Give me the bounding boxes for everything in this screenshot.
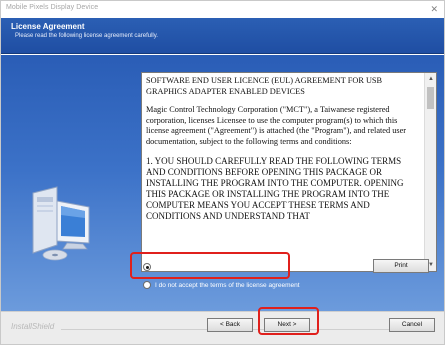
license-paragraph: 1. YOU SHOULD CAREFULLY READ THE FOLLOWI… xyxy=(146,155,404,221)
scroll-up-icon[interactable]: ▲ xyxy=(425,73,436,85)
license-text-box[interactable]: SOFTWARE END USER LICENCE (EUL) AGREEMEN… xyxy=(141,72,437,272)
license-heading: SOFTWARE END USER LICENCE (EUL) AGREEMEN… xyxy=(146,76,383,96)
back-button[interactable]: < Back xyxy=(207,318,253,332)
decline-label: I do not accept the terms of the license… xyxy=(155,281,300,289)
dialog-header: License Agreement Please read the follow… xyxy=(1,18,444,54)
decline-option[interactable]: I do not accept the terms of the license… xyxy=(143,278,300,292)
license-text: SOFTWARE END USER LICENCE (EUL) AGREEMEN… xyxy=(146,76,421,230)
accept-radio[interactable] xyxy=(143,263,151,271)
vertical-scrollbar[interactable]: ▲ ▼ xyxy=(424,73,436,271)
accept-label: I accept the terms of the license agreem… xyxy=(155,263,280,271)
cancel-button[interactable]: Cancel xyxy=(389,318,435,332)
title-bar: Mobile Pixels Display Device ✕ xyxy=(1,1,444,18)
print-button[interactable]: Print xyxy=(373,259,429,273)
accept-option[interactable]: I accept the terms of the license agreem… xyxy=(143,260,280,274)
next-button[interactable]: Next > xyxy=(264,318,310,332)
page-subtitle: Please read the following license agreem… xyxy=(15,33,158,39)
window-title: Mobile Pixels Display Device xyxy=(6,4,99,11)
decline-radio[interactable] xyxy=(143,281,151,289)
close-icon[interactable]: ✕ xyxy=(430,3,438,15)
page-title: License Agreement xyxy=(11,22,85,31)
installshield-logo: InstallShield xyxy=(11,322,55,331)
computer-illustration-icon xyxy=(32,186,90,261)
license-paragraph: Magic Control Technology Corporation ("M… xyxy=(146,105,407,146)
scroll-thumb[interactable] xyxy=(427,87,434,109)
installer-window: Mobile Pixels Display Device ✕ License A… xyxy=(0,0,445,345)
